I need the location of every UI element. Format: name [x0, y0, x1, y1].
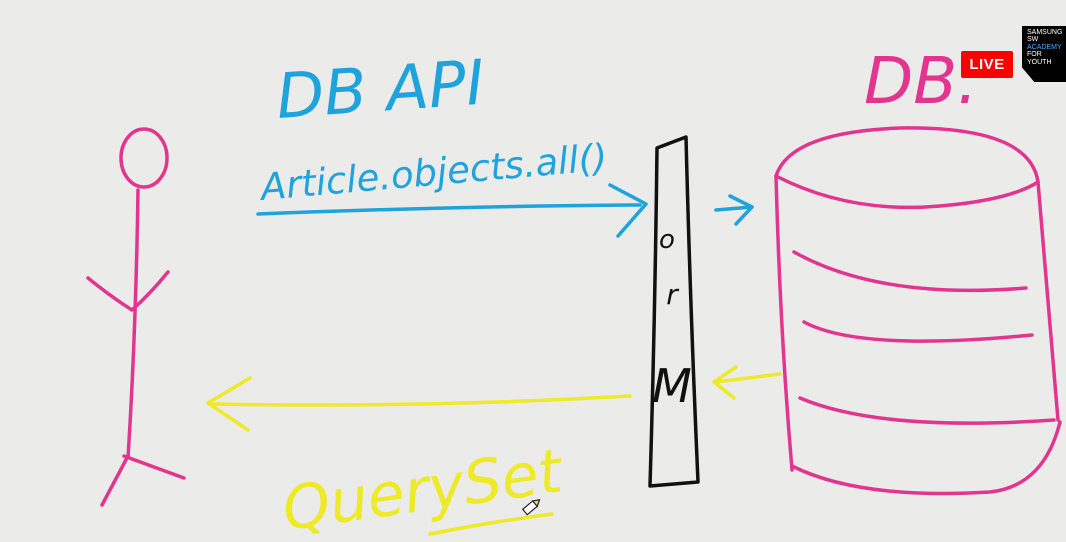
- db-api-title: DB API: [274, 46, 487, 133]
- logo-line: SW: [1027, 36, 1039, 44]
- logo-line: YOUTH: [1027, 58, 1052, 66]
- whiteboard-canvas[interactable]: DB API Article.objects.all() o r M DB. Q…: [0, 0, 1066, 542]
- stick-figure-body: [126, 188, 140, 460]
- orm-letter-o: o: [659, 225, 675, 255]
- logo-line: FOR: [1027, 51, 1042, 59]
- stick-figure-head: [119, 127, 169, 189]
- logo-line: ACADEMY: [1027, 43, 1062, 51]
- code-call-label: Article.objects.all(): [257, 136, 609, 209]
- queryset-label: QuerySet: [278, 436, 568, 542]
- database-cylinder: [774, 126, 1062, 496]
- stick-figure: [86, 127, 186, 507]
- live-badge: LIVE: [961, 51, 1013, 78]
- stick-figure-arms: [86, 270, 170, 312]
- logo-line: SAMSUNG: [1027, 29, 1063, 36]
- stick-figure-legs: [100, 454, 186, 507]
- orm-letter-r: r: [666, 278, 679, 311]
- orm-box: o r M: [648, 135, 700, 488]
- orm-letter-m: M: [652, 359, 692, 413]
- samsung-academy-logo: SAMSUNG SW ACADEMY FOR YOUTH: [1022, 26, 1066, 82]
